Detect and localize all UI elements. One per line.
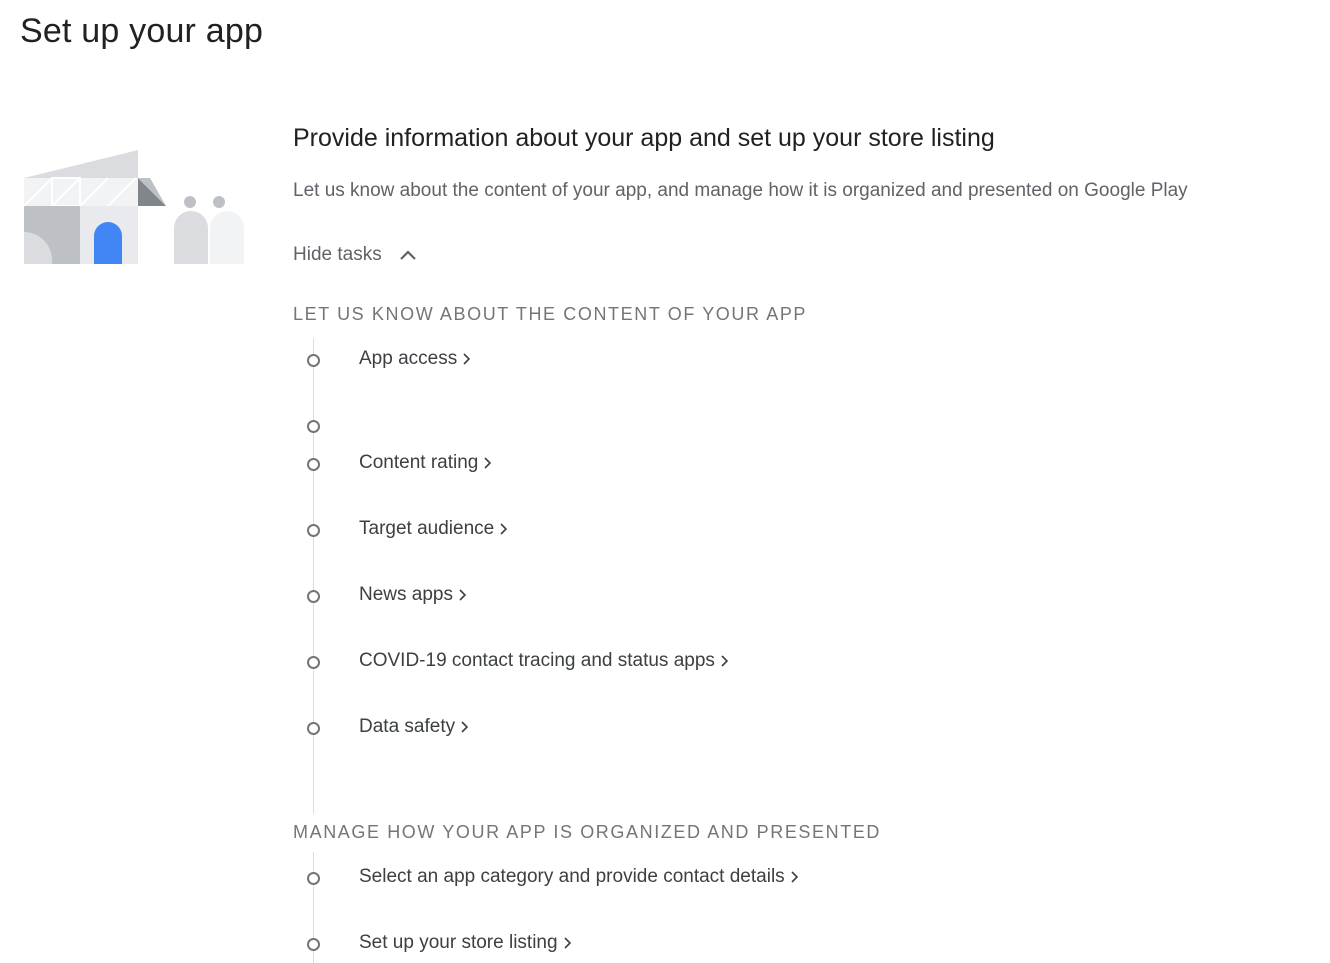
task-store-listing[interactable]: Set up your store listing xyxy=(359,932,571,954)
task-label: App access xyxy=(359,348,458,369)
store-illustration xyxy=(23,150,244,264)
chevron-up-icon xyxy=(399,250,416,260)
task-status-icon xyxy=(307,458,320,471)
hide-tasks-label: Hide tasks xyxy=(293,244,382,265)
task-covid-apps[interactable]: COVID-19 contact tracing and status apps xyxy=(359,650,728,672)
setup-heading: Provide information about your app and s… xyxy=(293,124,995,152)
task-label: COVID-19 contact tracing and status apps xyxy=(359,650,715,671)
task-label: Target audience xyxy=(359,518,495,539)
task-content-rating[interactable]: Content rating xyxy=(359,452,492,474)
task-label: News apps xyxy=(359,584,453,605)
hide-tasks-toggle[interactable]: Hide tasks xyxy=(293,244,418,266)
group-heading-store: MANAGE HOW YOUR APP IS ORGANIZED AND PRE… xyxy=(293,822,882,842)
task-status-icon xyxy=(307,656,320,669)
chevron-right-icon xyxy=(721,655,728,667)
task-status-icon xyxy=(307,354,320,367)
task-status-icon xyxy=(307,872,320,885)
chevron-right-icon xyxy=(484,457,492,469)
task-status-icon xyxy=(307,524,320,537)
task-label: Data safety xyxy=(359,716,456,737)
task-status-icon xyxy=(307,420,320,433)
task-status-icon xyxy=(307,938,320,951)
chevron-right-icon xyxy=(500,523,508,535)
task-status-icon xyxy=(307,722,320,735)
chevron-right-icon xyxy=(791,871,798,883)
chevron-right-icon xyxy=(461,721,469,733)
group-heading-content: LET US KNOW ABOUT THE CONTENT OF YOUR AP… xyxy=(293,304,808,324)
task-status-icon xyxy=(307,590,320,603)
task-label: Select an app category and provide conta… xyxy=(359,866,785,887)
task-app-access[interactable]: App access xyxy=(359,348,471,370)
setup-description: Let us know about the content of your ap… xyxy=(293,180,1188,201)
task-label: Set up your store listing xyxy=(359,932,558,953)
chevron-right-icon xyxy=(459,589,466,601)
task-label: Content rating xyxy=(359,452,479,473)
task-app-category[interactable]: Select an app category and provide conta… xyxy=(359,866,798,888)
chevron-right-icon xyxy=(463,353,471,365)
timeline-line xyxy=(313,338,314,814)
task-news-apps[interactable]: News apps xyxy=(359,584,466,606)
task-target-audience[interactable]: Target audience xyxy=(359,518,508,540)
page-title: Set up your app xyxy=(20,12,264,50)
chevron-right-icon xyxy=(563,937,571,949)
setup-page: Set up your app Provide information abou… xyxy=(0,0,1330,963)
task-data-safety[interactable]: Data safety xyxy=(359,716,469,738)
